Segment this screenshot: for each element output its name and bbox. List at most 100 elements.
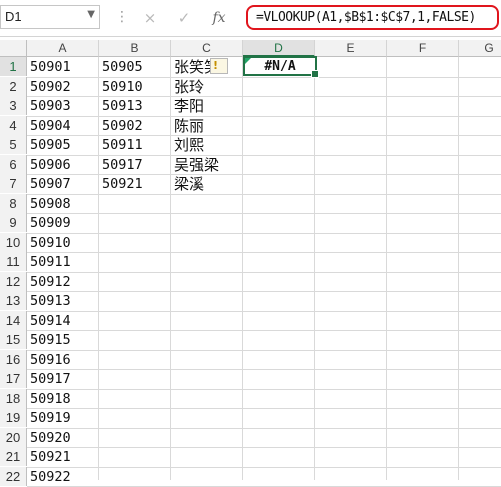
column-header-c[interactable]: C bbox=[171, 40, 243, 57]
cell-c4[interactable]: 陈丽 bbox=[174, 116, 204, 135]
gridline-horizontal bbox=[27, 311, 501, 312]
row-header-14[interactable]: 14 bbox=[0, 311, 27, 330]
row-header-5[interactable]: 5 bbox=[0, 135, 27, 154]
row-header-22[interactable]: 22 bbox=[0, 467, 27, 486]
active-cell-d1[interactable]: #N/A bbox=[243, 56, 319, 78]
gridline-horizontal bbox=[27, 350, 501, 351]
cell-a13[interactable]: 50913 bbox=[30, 291, 71, 310]
cell-a9[interactable]: 50909 bbox=[30, 213, 71, 232]
column-header-b[interactable]: B bbox=[99, 40, 171, 57]
cell-a21[interactable]: 50921 bbox=[30, 447, 71, 466]
gridline-horizontal bbox=[27, 116, 501, 117]
column-header-g[interactable]: G bbox=[459, 40, 501, 57]
gridline-horizontal bbox=[27, 174, 501, 175]
row-header-10[interactable]: 10 bbox=[0, 233, 27, 252]
column-header-f[interactable]: F bbox=[387, 40, 459, 57]
cell-a16[interactable]: 50916 bbox=[30, 350, 71, 369]
error-indicator[interactable]: ! bbox=[210, 58, 228, 74]
row-header-12[interactable]: 12 bbox=[0, 272, 27, 291]
insert-function-icon[interactable]: fx bbox=[205, 8, 233, 28]
cell-b7[interactable]: 50921 bbox=[102, 174, 143, 193]
row-header-9[interactable]: 9 bbox=[0, 213, 27, 232]
row-header-18[interactable]: 18 bbox=[0, 389, 27, 408]
gridline-horizontal bbox=[27, 330, 501, 331]
row-header-11[interactable]: 11 bbox=[0, 252, 27, 271]
row-header-15[interactable]: 15 bbox=[0, 330, 27, 349]
cell-a1[interactable]: 50901 bbox=[30, 57, 71, 76]
formula-bar-area: D1 ▼ ⋮ × ✓ fx =VLOOKUP(A1,$B$1:$C$7,1,FA… bbox=[0, 0, 501, 36]
cell-a18[interactable]: 50918 bbox=[30, 389, 71, 408]
gridline-horizontal bbox=[27, 428, 501, 429]
cell-a2[interactable]: 50902 bbox=[30, 77, 71, 96]
row-header-16[interactable]: 16 bbox=[0, 350, 27, 369]
cell-a20[interactable]: 50920 bbox=[30, 428, 71, 447]
cell-c5[interactable]: 刘熙 bbox=[174, 135, 204, 154]
gridline-horizontal bbox=[27, 213, 501, 214]
gridline-horizontal bbox=[27, 408, 501, 409]
cell-a12[interactable]: 50912 bbox=[30, 272, 71, 291]
row-header-1[interactable]: 1 bbox=[0, 57, 27, 76]
cell-a14[interactable]: 50914 bbox=[30, 311, 71, 330]
cell-a22[interactable]: 50922 bbox=[30, 467, 71, 486]
row-header-6[interactable]: 6 bbox=[0, 155, 27, 174]
cell-a19[interactable]: 50919 bbox=[30, 408, 71, 427]
cell-d1-value: #N/A bbox=[264, 59, 296, 74]
column-header-a[interactable]: A bbox=[27, 40, 99, 57]
gridline-horizontal bbox=[27, 194, 501, 195]
column-header-e[interactable]: E bbox=[315, 40, 387, 57]
name-box-value: D1 bbox=[5, 9, 22, 24]
row-header-21[interactable]: 21 bbox=[0, 447, 27, 466]
gridline-horizontal bbox=[27, 155, 501, 156]
cell-b2[interactable]: 50910 bbox=[102, 77, 143, 96]
gridline-horizontal bbox=[27, 447, 501, 448]
cell-a15[interactable]: 50915 bbox=[30, 330, 71, 349]
row-header-13[interactable]: 13 bbox=[0, 291, 27, 310]
cell-a8[interactable]: 50908 bbox=[30, 194, 71, 213]
gridline-horizontal bbox=[27, 389, 501, 390]
gridline-horizontal bbox=[27, 467, 501, 468]
cell-a17[interactable]: 50917 bbox=[30, 369, 71, 388]
gridline-horizontal bbox=[27, 135, 501, 136]
cell-c7[interactable]: 梁溪 bbox=[174, 174, 204, 193]
cell-a6[interactable]: 50906 bbox=[30, 155, 71, 174]
gridline-horizontal bbox=[27, 272, 501, 273]
cell-a3[interactable]: 50903 bbox=[30, 96, 71, 115]
gridline-vertical bbox=[314, 57, 315, 480]
cell-a10[interactable]: 50910 bbox=[30, 233, 71, 252]
row-header-20[interactable]: 20 bbox=[0, 428, 27, 447]
cell-b4[interactable]: 50902 bbox=[102, 116, 143, 135]
row-header-17[interactable]: 17 bbox=[0, 369, 27, 388]
column-header-d[interactable]: D bbox=[243, 40, 315, 57]
formula-input[interactable]: =VLOOKUP(A1,$B$1:$C$7,1,FALSE) bbox=[246, 5, 499, 30]
cell-b5[interactable]: 50911 bbox=[102, 135, 143, 154]
enter-icon[interactable]: ✓ bbox=[170, 8, 198, 28]
fill-handle[interactable] bbox=[311, 70, 319, 78]
row-header-19[interactable]: 19 bbox=[0, 408, 27, 427]
row-header-3[interactable]: 3 bbox=[0, 96, 27, 115]
cell-c3[interactable]: 李阳 bbox=[174, 96, 204, 115]
gridline-horizontal bbox=[27, 96, 501, 97]
gridline-horizontal bbox=[27, 369, 501, 370]
row-header-8[interactable]: 8 bbox=[0, 194, 27, 213]
cell-a7[interactable]: 50907 bbox=[30, 174, 71, 193]
select-all-corner[interactable] bbox=[0, 40, 27, 57]
cell-b3[interactable]: 50913 bbox=[102, 96, 143, 115]
chevron-down-icon[interactable]: ▼ bbox=[87, 9, 95, 20]
row-header-2[interactable]: 2 bbox=[0, 77, 27, 96]
gridline-vertical bbox=[242, 57, 243, 480]
name-box[interactable]: D1 ▼ bbox=[0, 5, 100, 29]
cell-c2[interactable]: 张玲 bbox=[174, 77, 204, 96]
gridline-horizontal bbox=[27, 77, 501, 78]
cell-a4[interactable]: 50904 bbox=[30, 116, 71, 135]
more-options-icon[interactable]: ⋮ bbox=[115, 8, 129, 26]
cell-a5[interactable]: 50905 bbox=[30, 135, 71, 154]
cell-b6[interactable]: 50917 bbox=[102, 155, 143, 174]
cell-a11[interactable]: 50911 bbox=[30, 252, 71, 271]
cancel-icon[interactable]: × bbox=[136, 8, 164, 28]
row-header-7[interactable]: 7 bbox=[0, 174, 27, 193]
row-header-4[interactable]: 4 bbox=[0, 116, 27, 135]
gridline-vertical bbox=[458, 57, 459, 480]
cell-c6[interactable]: 吴强梁 bbox=[174, 155, 219, 174]
cell-b1[interactable]: 50905 bbox=[102, 57, 143, 76]
toolbar-divider bbox=[0, 36, 501, 37]
